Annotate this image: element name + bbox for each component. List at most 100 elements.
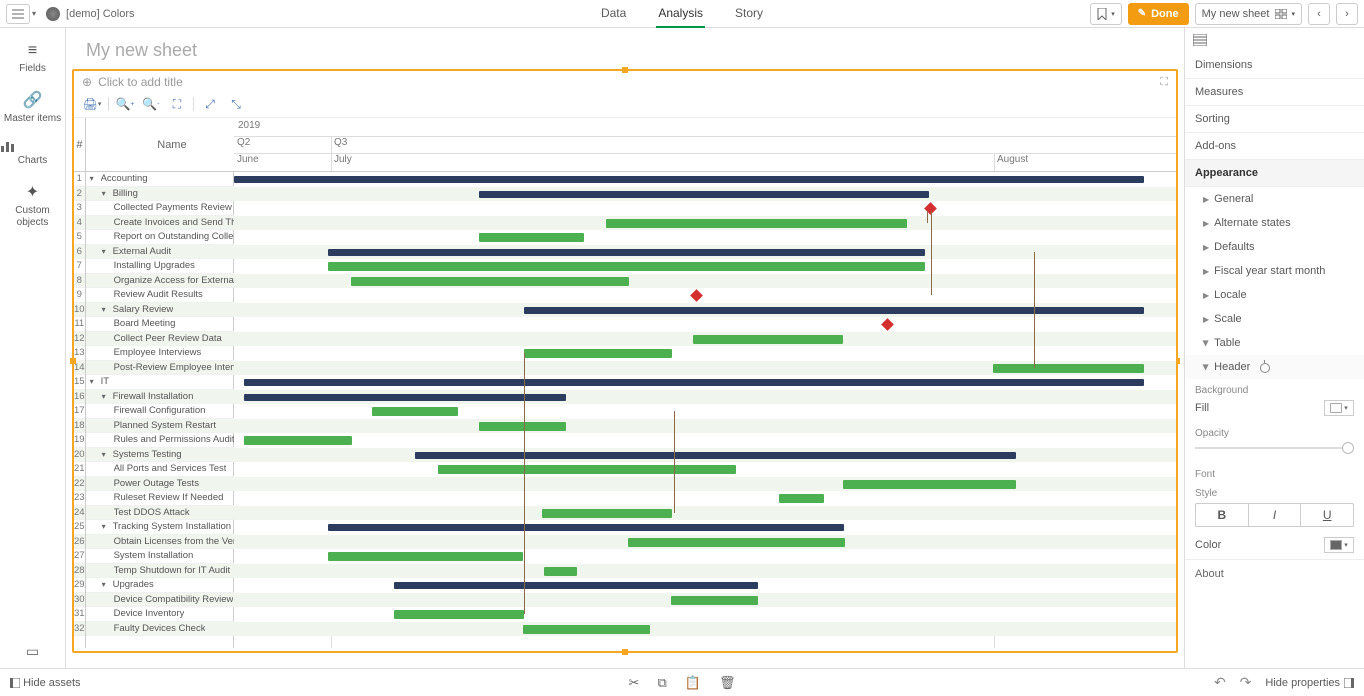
copy-button[interactable]: ⧉ [657, 675, 666, 691]
summary-bar[interactable] [328, 524, 844, 531]
expand-caret-icon[interactable]: ▾ [102, 580, 110, 589]
summary-bar[interactable] [234, 176, 1144, 183]
task-row[interactable]: ▾Systems Testing [86, 448, 259, 463]
task-row[interactable]: Collected Payments Review [86, 201, 259, 216]
hide-assets-button[interactable]: Hide assets [10, 677, 81, 689]
hide-properties-button[interactable]: Hide properties [1265, 677, 1354, 689]
section-addons[interactable]: Add-ons [1185, 133, 1364, 160]
custom-objects-button[interactable]: ✦ Custom objects [0, 176, 65, 238]
task-row[interactable]: ▾Accounting [86, 172, 259, 187]
expand-caret-icon[interactable]: ▾ [102, 305, 110, 314]
sub-fiscal-year[interactable]: ▶Fiscal year start month [1185, 259, 1364, 283]
task-row[interactable]: Faulty Devices Check [86, 622, 259, 637]
task-bar[interactable] [779, 494, 824, 503]
task-row[interactable]: Obtain Licenses from the Vendor [86, 535, 259, 550]
expand-caret-icon[interactable]: ▾ [102, 392, 110, 401]
task-bar[interactable] [693, 335, 843, 344]
task-bar[interactable] [671, 596, 758, 605]
expand-caret-icon[interactable]: ▾ [102, 247, 110, 256]
task-row[interactable]: Planned System Restart [86, 419, 259, 434]
task-bar[interactable] [351, 277, 629, 286]
sheet-selector[interactable]: My new sheet ▾ [1195, 3, 1302, 25]
task-bar[interactable] [993, 364, 1144, 373]
task-bar[interactable] [438, 465, 736, 474]
expand-all-button[interactable]: ⤢ [200, 95, 220, 113]
task-row[interactable]: Board Meeting [86, 317, 259, 332]
next-sheet-button[interactable]: › [1336, 3, 1358, 25]
font-color-picker[interactable]: ▾ [1324, 537, 1354, 553]
summary-bar[interactable] [328, 249, 925, 256]
collapse-all-button[interactable]: ⤡ [226, 95, 246, 113]
master-items-button[interactable]: 🔗 Master items [0, 84, 65, 134]
bold-button[interactable]: B [1196, 504, 1249, 526]
task-bar[interactable] [524, 349, 672, 358]
expand-caret-icon[interactable]: ▾ [102, 450, 110, 459]
resize-handle-bottom[interactable] [622, 649, 628, 655]
task-bar[interactable] [372, 407, 458, 416]
sub-header[interactable]: ▶Header [1185, 355, 1364, 379]
task-row[interactable]: ▾Tracking System Installation [86, 520, 259, 535]
fullscreen-icon[interactable]: ⛶ [1160, 76, 1168, 89]
fields-panel-button[interactable]: ≡ Fields [0, 36, 65, 84]
task-row[interactable]: ▾Upgrades [86, 578, 259, 593]
task-row[interactable]: System Installation [86, 549, 259, 564]
sub-alternate-states[interactable]: ▶Alternate states [1185, 211, 1364, 235]
task-row[interactable]: Test DDOS Attack [86, 506, 259, 521]
sheet-title[interactable]: My new sheet [66, 28, 1184, 69]
print-button[interactable]: 🖨▾ [82, 95, 102, 113]
bookmark-button[interactable]: ▾ [1090, 3, 1122, 25]
task-bar[interactable] [244, 436, 352, 445]
summary-bar[interactable] [479, 191, 929, 198]
summary-bar[interactable] [524, 307, 1144, 314]
section-measures[interactable]: Measures [1185, 79, 1364, 106]
task-row[interactable]: ▾IT [86, 375, 259, 390]
task-row[interactable]: ▾Firewall Installation [86, 390, 259, 405]
task-row[interactable]: Report on Outstanding Collections [86, 230, 259, 245]
resize-handle-top[interactable] [622, 67, 628, 73]
fill-color-picker[interactable]: ▾ [1324, 400, 1354, 416]
underline-button[interactable]: U [1301, 504, 1353, 526]
task-row[interactable]: Installing Upgrades [86, 259, 259, 274]
task-row[interactable]: Post-Review Employee Interviews [86, 361, 259, 376]
task-bar[interactable] [479, 233, 584, 242]
redo-button[interactable]: ↷ [1240, 674, 1252, 691]
task-bar[interactable] [328, 552, 523, 561]
task-row[interactable]: All Ports and Services Test [86, 462, 259, 477]
prev-sheet-button[interactable]: ‹ [1308, 3, 1330, 25]
task-bar[interactable] [479, 422, 566, 431]
sub-locale[interactable]: ▶Locale [1185, 283, 1364, 307]
sub-table[interactable]: ▶Table [1185, 331, 1364, 355]
task-row[interactable]: ▾Salary Review [86, 303, 259, 318]
menu-button[interactable] [6, 4, 30, 24]
menu-caret-icon[interactable]: ▾ [32, 9, 36, 18]
task-row[interactable]: Device Compatibility Review [86, 593, 259, 608]
tab-analysis[interactable]: Analysis [656, 0, 705, 28]
task-bar[interactable] [843, 480, 1016, 489]
task-bar[interactable] [542, 509, 672, 518]
task-row[interactable]: Temp Shutdown for IT Audit [86, 564, 259, 579]
resize-handle-left[interactable] [70, 358, 76, 364]
section-sorting[interactable]: Sorting [1185, 106, 1364, 133]
expand-caret-icon[interactable]: ▾ [90, 377, 98, 386]
task-row[interactable]: Review Audit Results [86, 288, 259, 303]
sub-scale[interactable]: ▶Scale [1185, 307, 1364, 331]
task-row[interactable]: ▾Billing [86, 187, 259, 202]
gantt-chart-object[interactable]: ⊕ Click to add title ⛶ 🖨▾ 🔍+ 🔍- ⛶ ⤢ ⤡ # … [72, 69, 1178, 653]
section-about[interactable]: About [1185, 559, 1364, 588]
task-bar[interactable] [544, 567, 577, 576]
task-row[interactable]: Ruleset Review If Needed [86, 491, 259, 506]
task-bar[interactable] [523, 625, 650, 634]
expand-caret-icon[interactable]: ▾ [102, 522, 110, 531]
tab-story[interactable]: Story [733, 0, 765, 28]
done-button[interactable]: ✎ Done [1128, 3, 1189, 25]
undo-button[interactable]: ↶ [1214, 674, 1226, 691]
task-row[interactable]: Employee Interviews [86, 346, 259, 361]
zoom-in-button[interactable]: 🔍+ [115, 95, 135, 113]
cut-button[interactable]: ✂ [629, 675, 640, 691]
task-row[interactable]: Firewall Configuration [86, 404, 259, 419]
task-row[interactable]: Device Inventory [86, 607, 259, 622]
task-row[interactable]: Create Invoices and Send Them [86, 216, 259, 231]
sub-defaults[interactable]: ▶Defaults [1185, 235, 1364, 259]
sub-general[interactable]: ▶General [1185, 187, 1364, 211]
tab-data[interactable]: Data [599, 0, 628, 28]
